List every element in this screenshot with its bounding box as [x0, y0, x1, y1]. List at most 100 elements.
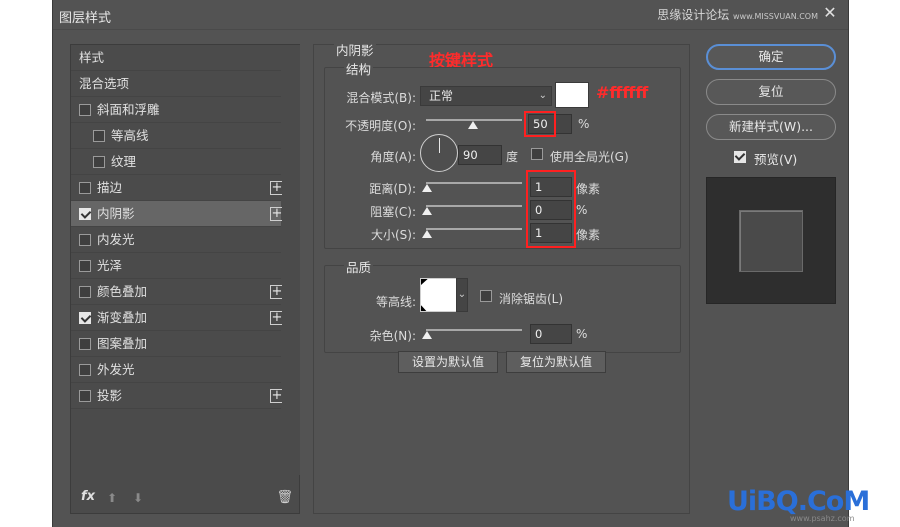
style-item-label: 外发光: [97, 362, 135, 377]
preview-checkbox[interactable]: [734, 151, 746, 163]
style-preview: [706, 177, 836, 304]
angle-input[interactable]: 90: [458, 145, 502, 165]
style-item[interactable]: 投影 +: [71, 383, 284, 409]
brand-logo: UiBQ.CoM: [727, 486, 870, 517]
noise-unit: %: [576, 327, 588, 341]
fx-icon[interactable]: fx: [81, 489, 95, 504]
style-item[interactable]: 混合选项: [71, 71, 281, 97]
angle-label: 角度(A):: [370, 150, 416, 164]
distance-size-highlight: [526, 170, 576, 248]
style-item-checkbox[interactable]: [79, 260, 91, 272]
chevron-down-icon[interactable]: ⌄: [456, 278, 468, 312]
list-bottom-toolbar: fx ⬆ ⬇ 🗑: [71, 485, 299, 513]
choke-unit: %: [576, 203, 588, 217]
style-item-label: 等高线: [111, 128, 149, 143]
blend-mode-value: 正常: [429, 89, 454, 103]
size-slider-thumb[interactable]: [422, 230, 432, 238]
style-item-checkbox[interactable]: [79, 312, 91, 324]
style-item[interactable]: 外发光: [71, 357, 281, 383]
layer-style-dialog: 图层样式 思缘设计论坛 www.MISSVUAN.COM ✕ 样式混合选项斜面和…: [52, 0, 849, 527]
size-unit: 像素: [576, 228, 601, 242]
shadow-color-swatch[interactable]: [555, 82, 589, 108]
style-item-checkbox[interactable]: [79, 104, 91, 116]
angle-unit: 度: [506, 150, 519, 164]
set-default-button[interactable]: 设置为默认值: [398, 351, 498, 373]
move-up-icon[interactable]: ⬆: [107, 491, 117, 505]
distance-slider-track[interactable]: [426, 182, 522, 184]
noise-slider-thumb[interactable]: [422, 331, 432, 339]
reset-default-button[interactable]: 复位为默认值: [506, 351, 606, 373]
opacity-slider-thumb[interactable]: [468, 121, 478, 129]
distance-unit: 像素: [576, 182, 601, 196]
noise-slider-track[interactable]: [426, 329, 522, 331]
style-item[interactable]: 光泽: [71, 253, 281, 279]
style-item-label: 光泽: [97, 258, 123, 273]
style-item-label: 混合选项: [79, 76, 130, 91]
brand-url: www.psahz.com: [790, 514, 855, 523]
quality-title: 品质: [344, 257, 374, 276]
style-item[interactable]: 渐变叠加 +: [71, 305, 284, 331]
opacity-label: 不透明度(O):: [345, 119, 416, 133]
contour-label: 等高线:: [375, 295, 416, 309]
structure-title: 结构: [344, 59, 374, 78]
inner-shadow-settings: 内阴影 按键样式 结构 混合模式(B): 正常 ⌄ #ffffff 不透明度(O…: [313, 40, 690, 514]
style-item-checkbox[interactable]: [79, 234, 91, 246]
contour-preview[interactable]: [420, 278, 458, 312]
style-item[interactable]: 内阴影 +: [71, 201, 284, 227]
style-item-label: 渐变叠加: [97, 310, 148, 325]
style-item[interactable]: 描边 +: [71, 175, 284, 201]
style-item-checkbox[interactable]: [79, 338, 91, 350]
global-light-checkbox[interactable]: [531, 148, 543, 160]
style-item[interactable]: 纹理: [71, 149, 281, 175]
style-item-checkbox[interactable]: [79, 182, 91, 194]
preview-label: 预览(V): [754, 152, 798, 167]
style-item[interactable]: 斜面和浮雕: [71, 97, 281, 123]
noise-input[interactable]: 0: [530, 324, 572, 344]
style-item-label: 图案叠加: [97, 336, 148, 351]
style-item-label: 描边: [97, 180, 123, 195]
style-item[interactable]: 内发光: [71, 227, 281, 253]
new-style-button[interactable]: 新建样式(W)...: [706, 114, 836, 140]
style-item[interactable]: 图案叠加: [71, 331, 281, 357]
style-item-checkbox[interactable]: [93, 156, 105, 168]
size-label: 大小(S):: [370, 228, 416, 242]
section-title: 内阴影: [334, 40, 376, 59]
trash-icon[interactable]: 🗑: [276, 490, 293, 505]
style-item-checkbox[interactable]: [79, 390, 91, 402]
angle-dial[interactable]: [420, 134, 458, 172]
style-item-checkbox[interactable]: [79, 208, 91, 220]
window-title: 图层样式: [59, 11, 112, 26]
blend-mode-select[interactable]: 正常 ⌄: [420, 86, 552, 106]
chevron-down-icon: ⌄: [538, 90, 547, 101]
style-item-label: 颜色叠加: [97, 284, 148, 299]
reset-button[interactable]: 复位: [706, 79, 836, 105]
list-scrollbar[interactable]: [282, 45, 300, 475]
watermark-top-text: 思缘设计论坛: [657, 8, 730, 22]
opacity-highlight: [524, 111, 556, 137]
styles-list-panel: 样式混合选项斜面和浮雕等高线纹理描边 + 内阴影 + 内发光光泽颜色叠加 + 渐变叠加 + 图案…: [70, 44, 300, 514]
color-annotation: #ffffff: [596, 83, 649, 102]
close-icon[interactable]: ✕: [820, 4, 840, 22]
distance-label: 距离(D):: [369, 182, 416, 196]
global-light-label: 使用全局光(G): [550, 150, 629, 164]
style-item-label: 纹理: [111, 154, 137, 169]
style-item-checkbox[interactable]: [93, 130, 105, 142]
style-item[interactable]: 颜色叠加 +: [71, 279, 284, 305]
style-item-checkbox[interactable]: [79, 364, 91, 376]
choke-slider-track[interactable]: [426, 205, 522, 207]
style-item-checkbox[interactable]: [79, 286, 91, 298]
move-down-icon[interactable]: ⬇: [133, 491, 143, 505]
noise-label: 杂色(N):: [369, 329, 416, 343]
ok-button[interactable]: 确定: [706, 44, 836, 70]
opacity-unit: %: [578, 117, 590, 131]
style-item-label: 内阴影: [97, 206, 135, 221]
size-slider-track[interactable]: [426, 228, 522, 230]
preview-swatch: [739, 210, 803, 272]
style-item[interactable]: 等高线: [71, 123, 281, 149]
watermark-top-url: www.MISSVUAN.COM: [733, 12, 818, 21]
anti-alias-checkbox[interactable]: [480, 290, 492, 302]
style-item[interactable]: 样式: [71, 45, 281, 71]
distance-slider-thumb[interactable]: [422, 184, 432, 192]
choke-slider-thumb[interactable]: [422, 207, 432, 215]
watermark-top: 思缘设计论坛 www.MISSVUAN.COM: [657, 6, 818, 23]
